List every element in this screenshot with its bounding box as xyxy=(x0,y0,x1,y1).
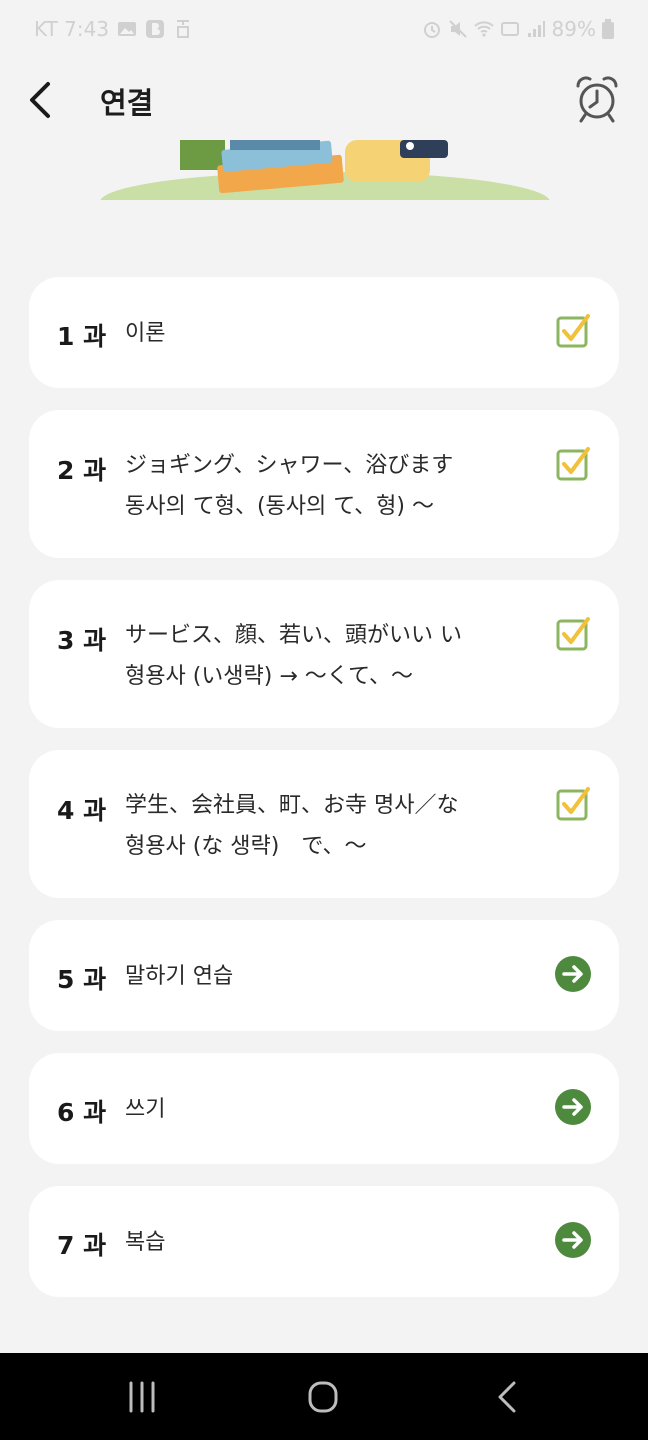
lesson-title: ジョギング、シャワー、浴びます 동사의 て형、(동사의 て、형) 〜 xyxy=(125,445,515,527)
lesson-number: 6 과 xyxy=(57,1098,107,1127)
lesson-number: 2 과 xyxy=(57,456,107,485)
alarm-clock-icon[interactable] xyxy=(572,74,622,124)
status-right: 89% xyxy=(422,17,614,41)
wifi-icon xyxy=(473,21,494,37)
volte-icon xyxy=(500,22,519,36)
b-app-icon xyxy=(146,20,165,38)
page-title: 연결 xyxy=(100,86,154,120)
lesson-list: 1 과 이론 2 과 ジョギング、シャワー、浴びます 동사의 て형、(동사의 て… xyxy=(29,277,619,1319)
lesson-card-4[interactable]: 4 과 学生、会社員、町、お寺 명사／な 형용사 (な 생략) で、〜 xyxy=(29,750,619,898)
carrier-time: KT 7:43 xyxy=(34,17,110,41)
notification-icon xyxy=(177,20,190,38)
status-left: KT 7:43 xyxy=(34,17,193,41)
lesson-title-line1: 말하기 연습 xyxy=(125,964,234,989)
lesson-title-line1: ジョギング、シャワー、浴びます xyxy=(125,453,454,478)
back-arrow-icon[interactable] xyxy=(24,78,60,122)
battery-percent: 89% xyxy=(551,17,596,41)
lesson-title: 복습 xyxy=(125,1222,515,1263)
arrow-right-circle-icon[interactable] xyxy=(555,1089,591,1125)
app-header: 연결 xyxy=(0,60,648,140)
nav-back-icon[interactable] xyxy=(476,1379,536,1415)
lesson-title: 말하기 연습 xyxy=(125,956,515,997)
lesson-number: 1 과 xyxy=(57,322,107,351)
lesson-title-line1: 学生、会社員、町、お寺 명사／な xyxy=(125,793,459,818)
lesson-title-line2: 형용사 (な 생략) で、〜 xyxy=(125,834,367,859)
checkbox-checked-icon xyxy=(556,787,590,821)
recent-apps-icon[interactable] xyxy=(112,1379,172,1415)
mute-icon xyxy=(448,20,467,38)
lesson-number: 4 과 xyxy=(57,796,107,825)
battery-icon xyxy=(602,19,614,39)
books-illustration-icon xyxy=(100,140,550,200)
signal-icon xyxy=(527,21,545,37)
lesson-title: 쓰기 xyxy=(125,1089,515,1130)
checkbox-checked-icon xyxy=(556,314,590,348)
lesson-number: 7 과 xyxy=(57,1231,107,1260)
alarm-status-icon xyxy=(423,22,440,38)
lesson-number: 5 과 xyxy=(57,965,107,994)
checkbox-checked-icon xyxy=(556,617,590,651)
lesson-card-1[interactable]: 1 과 이론 xyxy=(29,277,619,388)
lesson-number: 3 과 xyxy=(57,626,107,655)
lesson-title: サービス、顔、若い、頭がいい い 형용사 (い생략) → 〜くて、〜 xyxy=(125,615,515,697)
lesson-title: 学生、会社員、町、お寺 명사／な 형용사 (な 생략) で、〜 xyxy=(125,785,515,867)
lesson-title-line1: 쓰기 xyxy=(125,1097,166,1122)
lesson-title: 이론 xyxy=(125,313,515,354)
arrow-right-circle-icon[interactable] xyxy=(555,956,591,992)
home-icon[interactable] xyxy=(293,1379,353,1415)
lesson-title-line1: サービス、顔、若い、頭がいい い xyxy=(125,623,462,648)
lesson-title-line2: 형용사 (い생략) → 〜くて、〜 xyxy=(125,664,414,689)
arrow-right-circle-icon[interactable] xyxy=(555,1222,591,1258)
lesson-title-line1: 이론 xyxy=(125,321,166,346)
lesson-title-line2: 동사의 て형、(동사의 て、형) 〜 xyxy=(125,494,434,519)
image-icon xyxy=(118,22,137,36)
status-bar: KT 7:43 89% xyxy=(0,0,648,60)
lesson-title-line1: 복습 xyxy=(125,1230,166,1255)
checkbox-checked-icon xyxy=(556,447,590,481)
lesson-card-6[interactable]: 6 과 쓰기 xyxy=(29,1053,619,1164)
lesson-card-3[interactable]: 3 과 サービス、顔、若い、頭がいい い 형용사 (い생략) → 〜くて、〜 xyxy=(29,580,619,728)
system-nav-bar xyxy=(0,1353,648,1440)
banner-illustration xyxy=(0,140,648,200)
lesson-card-5[interactable]: 5 과 말하기 연습 xyxy=(29,920,619,1031)
lesson-card-2[interactable]: 2 과 ジョギング、シャワー、浴びます 동사의 て형、(동사의 て、형) 〜 xyxy=(29,410,619,558)
lesson-card-7[interactable]: 7 과 복습 xyxy=(29,1186,619,1297)
